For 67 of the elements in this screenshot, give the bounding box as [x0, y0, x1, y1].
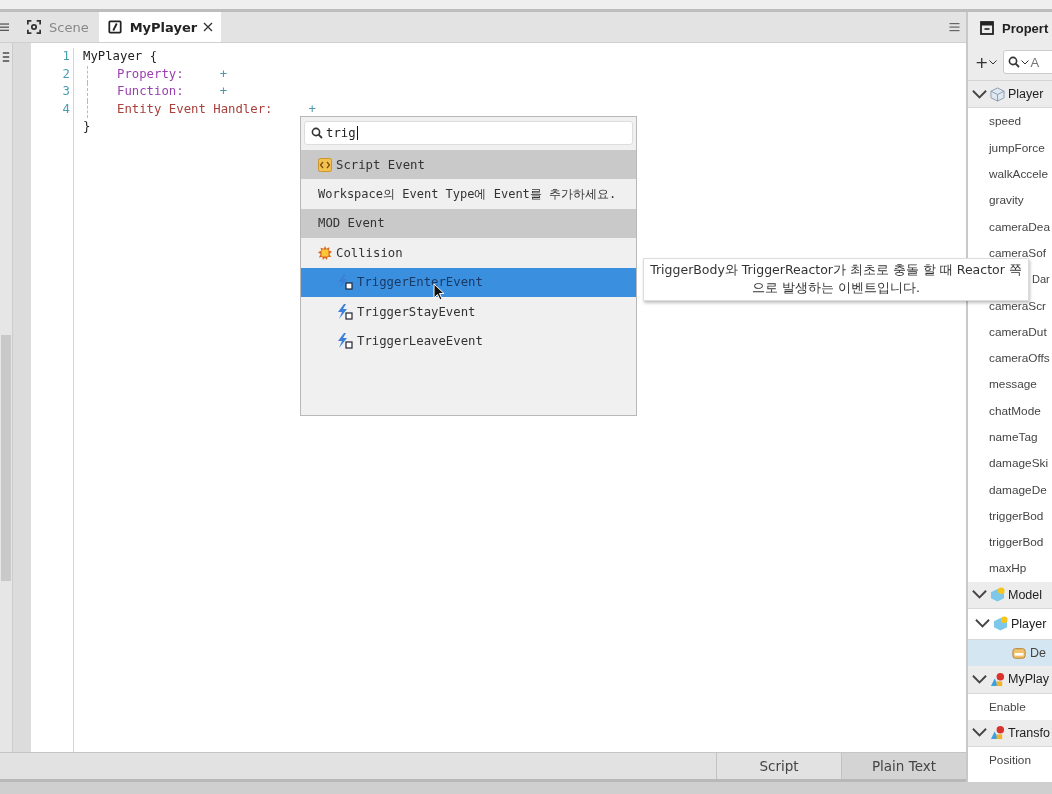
document-icon	[107, 20, 122, 34]
section-header: MOD Event	[301, 208, 636, 239]
cube-icon	[990, 587, 1005, 603]
search-icon	[1008, 56, 1021, 68]
tree-item[interactable]: Model	[968, 581, 1052, 609]
property-name: Enable	[989, 699, 1026, 714]
line-number: 1	[62, 49, 70, 63]
menu-icon	[949, 22, 960, 32]
code-text: MyPlayer {	[83, 48, 158, 65]
burst-icon	[318, 245, 332, 260]
property-name: Position	[989, 753, 1031, 768]
focus-icon	[27, 20, 41, 34]
property-name: cameraOffs	[989, 351, 1050, 366]
property-name: jumpForce	[989, 140, 1045, 155]
lightning-icon	[337, 333, 353, 350]
hint-text: Workspace의 Event Type에 Event를 추가하세요.	[318, 185, 617, 203]
lightning-icon	[337, 274, 353, 291]
line-number: 2	[62, 66, 70, 81]
tree-item[interactable]: MyPlay	[968, 666, 1052, 694]
property-name: gravity	[989, 193, 1024, 208]
event-item[interactable]: TriggerStayEvent	[301, 296, 636, 327]
editor-tab[interactable]: MyPlayer	[98, 12, 222, 42]
event-item[interactable]: TriggerLeaveEvent	[301, 326, 636, 356]
property-name: maxHp	[989, 561, 1027, 576]
property-name: triggerBod	[989, 535, 1044, 550]
code-text: Entity Event Handler:	[117, 100, 273, 118]
search-field[interactable]: A	[1003, 50, 1052, 74]
line-number: 4	[62, 101, 70, 116]
property-name: nameTag	[989, 430, 1038, 444]
add-button[interactable]: +	[973, 52, 1000, 72]
property-name: cameraSof	[989, 245, 1047, 260]
menu-icon	[0, 22, 9, 32]
property-name: cameraDea	[989, 219, 1050, 234]
cube-icon	[993, 616, 1008, 632]
property-name: cameraScr	[989, 298, 1047, 313]
property-name: speed	[989, 114, 1022, 129]
tree-item[interactable]: De	[968, 639, 1052, 667]
property-name: chatMode	[989, 403, 1041, 418]
shapes-icon	[990, 671, 1005, 687]
code-icon	[318, 157, 332, 172]
category-item[interactable]: Collision	[301, 238, 636, 268]
close-icon[interactable]	[203, 22, 214, 32]
code-text: Function:	[117, 83, 184, 101]
property-name: damageSki	[989, 456, 1049, 471]
tree-item[interactable]: Player	[968, 81, 1052, 109]
search-field[interactable]: trig	[304, 121, 633, 145]
tree-item[interactable]: Transfo	[968, 719, 1052, 748]
shapes-icon	[990, 725, 1005, 741]
property-name: cameraDut	[989, 324, 1047, 339]
mode-tab[interactable]: Plain Text	[841, 753, 966, 779]
property-name: Dar	[1032, 273, 1050, 286]
property-name: message	[989, 377, 1037, 392]
code-text: }	[83, 118, 91, 136]
lightning-icon	[337, 303, 353, 320]
panel-title: Propert	[1002, 20, 1049, 36]
property-name: walkAccele	[989, 167, 1048, 182]
scrollbar[interactable]	[1, 335, 11, 581]
search-icon	[311, 127, 323, 139]
tooltip: TriggerBody와 TriggerReactor가 최초로 충돌 할 때 Reactor 쪽 으로 발생하는 이벤트입니다.	[643, 258, 1029, 301]
line-number: 3	[62, 84, 70, 99]
chevron-down-icon	[989, 59, 998, 65]
chevron-down-icon	[1021, 60, 1030, 65]
section-header: Script Event	[301, 150, 636, 180]
property-name: triggerBod	[989, 508, 1044, 523]
property-name: damageDe	[989, 482, 1047, 497]
cube-icon	[990, 86, 1005, 102]
code-text: Property:	[117, 65, 184, 83]
